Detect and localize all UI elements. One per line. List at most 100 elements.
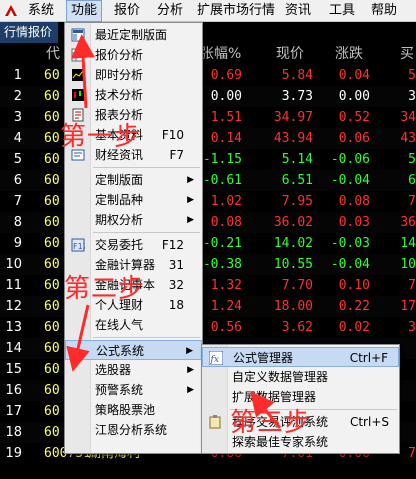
stock-code: 60 xyxy=(44,320,60,335)
menu-function[interactable]: 功能 xyxy=(66,0,103,22)
row-index: 14 xyxy=(5,341,22,356)
price-change: 0.08 xyxy=(338,194,370,209)
row-index: 11 xyxy=(5,278,22,293)
stock-code: 60 xyxy=(44,278,60,293)
menu-analysis[interactable]: 分析 xyxy=(153,0,187,22)
function-menu-item[interactable]: 选股器 ▶ xyxy=(65,360,202,380)
menu-item-shortcut: 31 xyxy=(168,258,184,272)
table-row[interactable]: 9 60 -0.21 14.02 -0.03 14 xyxy=(0,233,416,254)
fx-icon: fx xyxy=(209,351,223,365)
submenu-arrow-icon: ▶ xyxy=(187,195,194,205)
table-row[interactable]: 10 60 -0.38 10.55 -0.04 10 xyxy=(0,254,416,275)
row-index: 8 xyxy=(13,215,22,230)
row-index: 6 xyxy=(13,173,22,188)
bid-price: 14 xyxy=(400,236,416,251)
clipboard-icon xyxy=(209,415,221,429)
bid-price: 17 xyxy=(400,299,416,314)
function-menu-item[interactable]: 定制品种 ▶ xyxy=(65,190,202,210)
header-pct[interactable]: 张幅% xyxy=(200,43,241,65)
row-index: 19 xyxy=(5,446,22,461)
menu-item-label: 定制版面 xyxy=(95,173,144,187)
function-menu-item[interactable]: 期权分析 ▶ xyxy=(65,210,202,230)
current-price: 18.00 xyxy=(273,299,313,314)
formula-submenu-item[interactable]: fx 公式管理器 Ctrl+F xyxy=(202,347,399,367)
function-menu-item[interactable]: 在线人气 xyxy=(65,315,202,335)
change-percent: -1.15 xyxy=(202,152,242,167)
menu-item-shortcut: F7 xyxy=(169,148,184,162)
price-change: 0.06 xyxy=(338,131,370,146)
current-price: 7.70 xyxy=(281,278,313,293)
stock-code: 60 xyxy=(44,404,60,419)
function-menu-item[interactable]: F12 交易委托 F12 xyxy=(65,235,202,255)
menu-item-label: 在线人气 xyxy=(95,318,144,332)
stock-code: 60 xyxy=(44,236,60,251)
menu-help[interactable]: 帮助 xyxy=(367,0,401,22)
current-price: 10.55 xyxy=(273,257,313,272)
row-index: 1 xyxy=(13,68,22,83)
bid-price: 7 xyxy=(408,194,416,209)
table-row[interactable]: 13 60 0.56 3.62 0.02 3 xyxy=(0,317,416,338)
price-change: -0.06 xyxy=(330,152,370,167)
row-index: 10 xyxy=(5,257,22,272)
function-menu-item[interactable]: 最近定制版面 xyxy=(65,25,202,45)
header-bid[interactable]: 买 xyxy=(400,43,414,65)
bid-price: 6 xyxy=(408,173,416,188)
tab-quote-list[interactable]: 行情报价 xyxy=(0,22,58,43)
submenu-arrow-icon: ▶ xyxy=(186,346,193,356)
menu-item-label: 期权分析 xyxy=(95,213,144,227)
function-menu-item[interactable]: 定制版面 ▶ xyxy=(65,170,202,190)
menu-extended-market[interactable]: 扩展市场行情 xyxy=(193,0,279,22)
current-price: 5.84 xyxy=(281,68,313,83)
function-menu-item[interactable]: 江恩分析系统 xyxy=(65,420,202,440)
change-percent: 0.14 xyxy=(210,131,242,146)
function-menu-item[interactable]: 报价分析 xyxy=(65,45,202,65)
change-percent: -0.21 xyxy=(202,236,242,251)
function-menu-item[interactable]: 策略股票池 xyxy=(65,400,202,420)
stock-code: 60 xyxy=(44,152,60,167)
change-percent: 0.08 xyxy=(210,215,242,230)
candlestick-icon xyxy=(72,89,84,101)
menu-separator xyxy=(93,232,200,233)
table-row[interactable]: 7 60 1.02 7.95 0.08 7 xyxy=(0,191,416,212)
menu-system[interactable]: 系统 xyxy=(24,0,58,22)
change-percent: 1.51 xyxy=(210,110,242,125)
trade-icon: F12 xyxy=(71,238,85,252)
submenu-arrow-icon: ▶ xyxy=(187,385,194,395)
menu-news[interactable]: 资讯 xyxy=(281,0,315,22)
function-menu-item[interactable]: 公式系统 ▶ xyxy=(65,340,202,360)
change-percent: -0.38 xyxy=(202,257,242,272)
table-row[interactable]: 1 60 0.69 5.84 0.04 5 xyxy=(0,65,416,86)
stock-code: 60 xyxy=(44,68,60,83)
stock-code: 60 xyxy=(44,173,60,188)
submenu-item-label: 自定义数据管理器 xyxy=(232,370,329,384)
row-index: 3 xyxy=(13,110,22,125)
price-change: 0.02 xyxy=(338,320,370,335)
function-menu-item[interactable]: 即时分析 xyxy=(65,65,202,85)
table-row[interactable]: 11 60 1.32 7.70 0.10 7 xyxy=(0,275,416,296)
stock-code: 60 xyxy=(44,341,60,356)
menu-item-label: 策略股票池 xyxy=(95,403,156,417)
menu-item-label: 江恩分析系统 xyxy=(95,423,168,437)
bid-price: 3 xyxy=(408,89,416,104)
menu-item-label: 公式系统 xyxy=(96,344,145,358)
table-row[interactable]: 2 60 0.00 3.73 0.00 3 xyxy=(0,86,416,107)
submenu-item-shortcut: Ctrl+F xyxy=(349,351,388,365)
menu-tools[interactable]: 工具 xyxy=(325,0,359,22)
layout-icon xyxy=(71,28,85,42)
change-percent: 0.00 xyxy=(210,89,242,104)
header-code[interactable]: 代 xyxy=(46,43,60,65)
current-price: 14.02 xyxy=(273,236,313,251)
header-price[interactable]: 现价 xyxy=(276,43,304,65)
table-row[interactable]: 12 60 1.24 18.00 0.22 17 xyxy=(0,296,416,317)
stock-code: 60 xyxy=(44,110,60,125)
function-menu-item[interactable]: 预警系统 ▶ xyxy=(65,380,202,400)
table-row[interactable]: 6 60 -0.61 6.51 -0.04 6 xyxy=(0,170,416,191)
table-row[interactable]: 8 60 0.08 36.02 0.03 36 xyxy=(0,212,416,233)
stock-code: 60 xyxy=(44,257,60,272)
formula-submenu-item[interactable]: 自定义数据管理器 xyxy=(202,367,399,387)
menu-quote[interactable]: 报价 xyxy=(110,0,144,22)
function-menu-item[interactable]: 技术分析 xyxy=(65,85,202,105)
annotation-step3: 第三步 xyxy=(230,408,312,438)
header-change[interactable]: 涨跌 xyxy=(335,43,363,65)
bid-price: 7 xyxy=(408,278,416,293)
